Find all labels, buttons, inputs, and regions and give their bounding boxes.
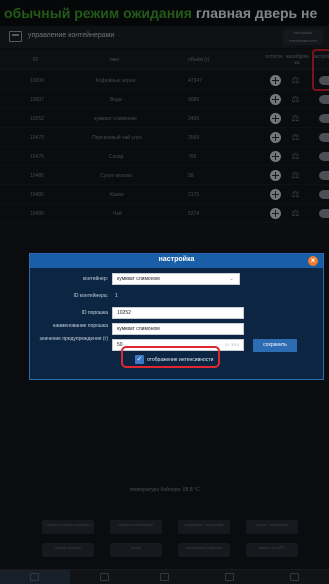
checkbox-highlight [121,346,220,368]
chevron-down-icon: ⌄ [228,276,234,282]
warning-value-label: значение предупреждения (г) [39,336,108,342]
container-id-value: 1 [115,293,118,299]
container-select-value: кумкват слимоном [117,276,160,282]
container-id-label: ID контейнера: [73,293,108,299]
dialog-title: настройка [158,256,195,263]
powder-id-field[interactable]: 10252 [112,307,244,319]
container-select[interactable]: кумкват слимоном ⌄ [112,273,240,285]
powder-id-label: ID порошка [81,310,108,316]
container-label: контейнер: [82,276,108,282]
save-button[interactable]: сохранить [253,339,297,352]
dialog-header: настройка × [30,254,323,268]
close-icon[interactable]: × [308,256,318,266]
powder-name-field[interactable]: кумкват слимоном [112,323,244,335]
powder-name-label: наименование порошка [52,323,108,329]
warning-range-hint: (0~300) [225,342,239,347]
